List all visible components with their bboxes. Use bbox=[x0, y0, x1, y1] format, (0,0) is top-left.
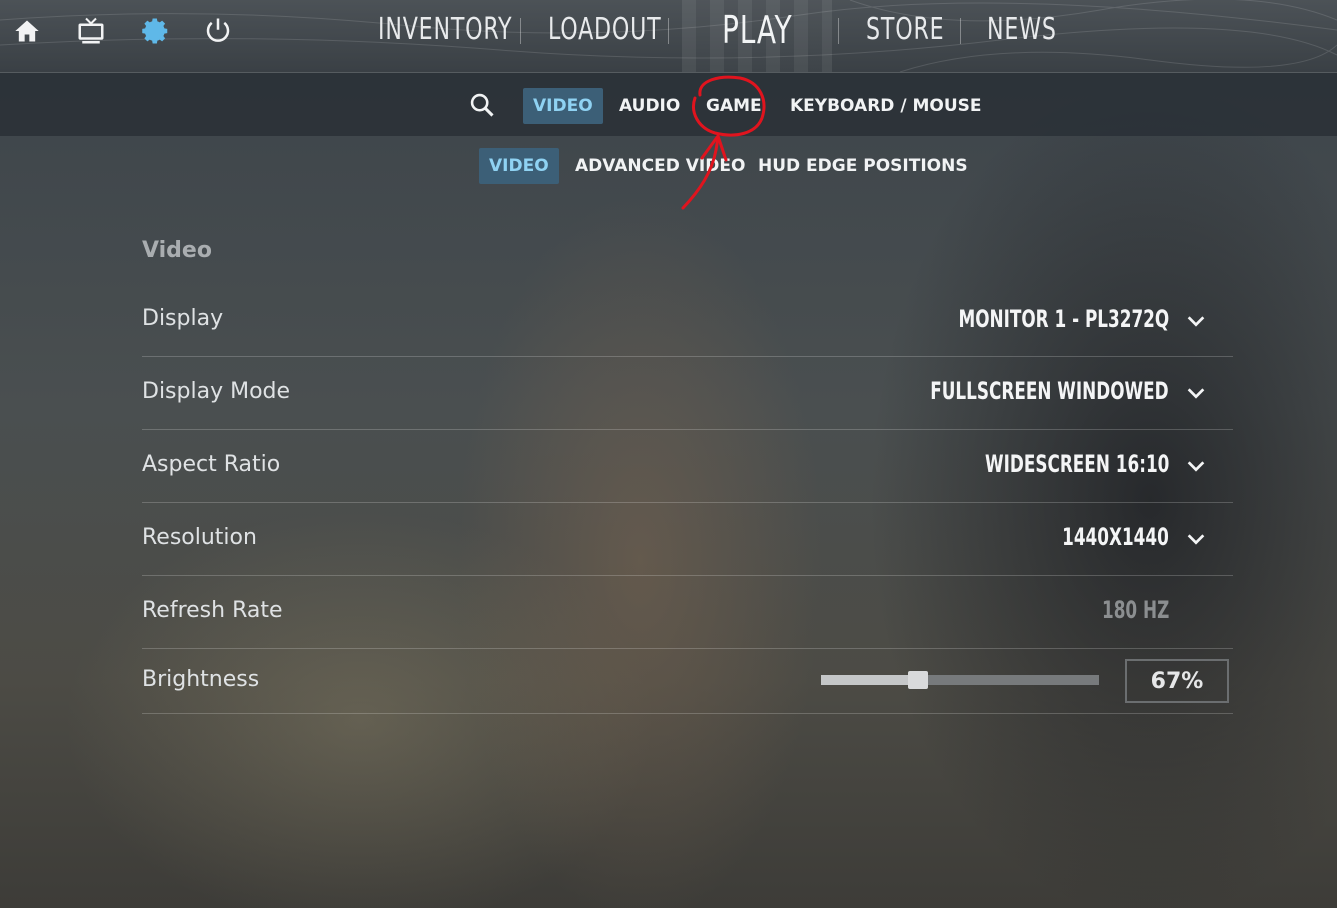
setting-row-resolution: Resolution 1440X1440 bbox=[142, 503, 1233, 576]
setting-label: Resolution bbox=[142, 525, 257, 550]
top-nav-bar: INVENTORY LOADOUT PLAY STORE NEWS bbox=[0, 0, 1337, 73]
setting-row-aspect-ratio: Aspect Ratio WIDESCREEN 16:10 bbox=[142, 430, 1233, 503]
nav-play[interactable]: PLAY bbox=[722, 8, 792, 52]
chevron-down-icon[interactable] bbox=[1185, 455, 1207, 477]
tv-icon[interactable] bbox=[74, 14, 108, 48]
subtab-hud-edge-positions[interactable]: HUD EDGE POSITIONS bbox=[758, 148, 968, 184]
nav-separator bbox=[520, 18, 521, 44]
brightness-value: 67% bbox=[1150, 668, 1204, 694]
slider-fill bbox=[821, 675, 918, 685]
brightness-value-field[interactable]: 67% bbox=[1125, 659, 1229, 703]
nav-news[interactable]: NEWS bbox=[987, 12, 1057, 47]
setting-label: Brightness bbox=[142, 667, 260, 692]
chevron-down-icon[interactable] bbox=[1185, 382, 1207, 404]
nav-loadout[interactable]: LOADOUT bbox=[548, 12, 661, 47]
display-mode-dropdown[interactable]: FULLSCREEN WINDOWED bbox=[931, 377, 1169, 405]
aspect-ratio-dropdown[interactable]: WIDESCREEN 16:10 bbox=[985, 450, 1169, 478]
brightness-slider[interactable] bbox=[821, 671, 1099, 689]
slider-thumb[interactable] bbox=[908, 671, 928, 689]
search-icon[interactable] bbox=[465, 88, 499, 122]
nav-separator bbox=[838, 18, 839, 44]
setting-row-refresh-rate: Refresh Rate 180 HZ bbox=[142, 576, 1233, 649]
subtab-advanced-video[interactable]: ADVANCED VIDEO bbox=[575, 148, 745, 184]
setting-label: Display bbox=[142, 306, 224, 331]
chevron-down-icon[interactable] bbox=[1185, 528, 1207, 550]
setting-row-display: Display MONITOR 1 - PL3272Q bbox=[142, 290, 1233, 357]
setting-label: Refresh Rate bbox=[142, 598, 283, 623]
tab-video[interactable]: VIDEO bbox=[523, 88, 603, 124]
section-title: Video bbox=[142, 238, 212, 263]
power-icon[interactable] bbox=[201, 14, 235, 48]
setting-row-display-mode: Display Mode FULLSCREEN WINDOWED bbox=[142, 357, 1233, 430]
gear-icon[interactable] bbox=[139, 14, 173, 48]
nav-separator bbox=[960, 18, 961, 44]
display-dropdown[interactable]: MONITOR 1 - PL3272Q bbox=[958, 305, 1169, 333]
setting-label: Display Mode bbox=[142, 379, 291, 404]
setting-row-brightness: Brightness 67% bbox=[142, 649, 1233, 714]
nav-inventory[interactable]: INVENTORY bbox=[378, 12, 512, 47]
tab-audio[interactable]: AUDIO bbox=[619, 88, 680, 124]
nav-store[interactable]: STORE bbox=[866, 12, 944, 47]
chevron-down-icon[interactable] bbox=[1185, 310, 1207, 332]
refresh-rate-value: 180 HZ bbox=[1101, 596, 1169, 624]
home-icon[interactable] bbox=[10, 14, 44, 48]
tab-game[interactable]: GAME bbox=[706, 88, 762, 124]
setting-label: Aspect Ratio bbox=[142, 452, 281, 477]
nav-separator bbox=[668, 18, 669, 44]
resolution-dropdown[interactable]: 1440X1440 bbox=[1062, 523, 1169, 551]
tab-keyboard-mouse[interactable]: KEYBOARD / MOUSE bbox=[790, 88, 981, 124]
subtab-video[interactable]: VIDEO bbox=[479, 148, 559, 184]
